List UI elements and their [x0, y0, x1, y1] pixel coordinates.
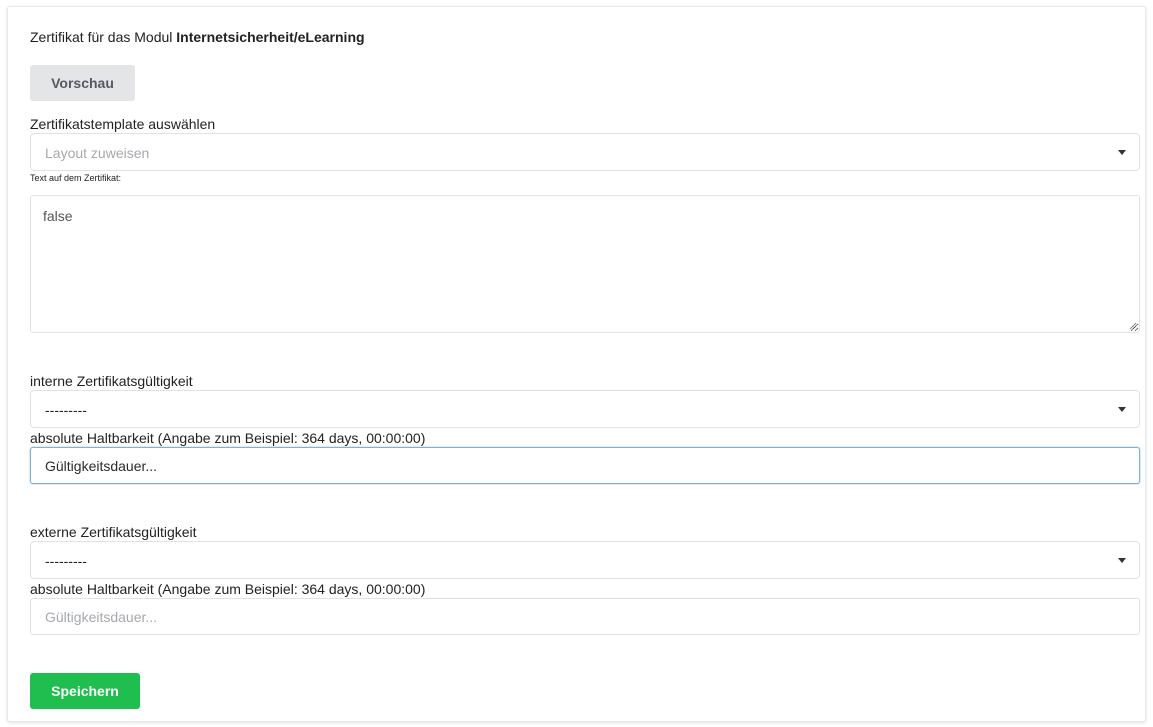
- resize-grip-icon[interactable]: [1129, 322, 1137, 330]
- certificate-text-label: Text auf dem Zertifikat:: [30, 173, 122, 183]
- module-name: Internetsicherheit/eLearning: [176, 29, 365, 45]
- template-select-placeholder: Layout zuweisen: [45, 145, 150, 161]
- page-title: Zertifikat für das Modul Internetsicherh…: [30, 29, 365, 45]
- caret-down-icon: [1118, 407, 1126, 412]
- external-validity-selected: ---------: [45, 553, 87, 569]
- internal-validity-label: interne Zertifikatsgültigkeit: [30, 373, 193, 389]
- external-validity-label: externe Zertifikatsgültigkeit: [30, 524, 197, 540]
- internal-duration-input[interactable]: [30, 447, 1140, 484]
- external-duration-input[interactable]: [30, 598, 1140, 635]
- external-validity-select[interactable]: ---------: [30, 541, 1140, 579]
- caret-down-icon: [1118, 150, 1126, 155]
- template-label: Zertifikatstemplate auswählen: [30, 116, 216, 132]
- save-button[interactable]: Speichern: [30, 673, 140, 709]
- caret-down-icon: [1118, 558, 1126, 563]
- certificate-form-card: Zertifikat für das Modul Internetsicherh…: [7, 6, 1146, 722]
- certificate-text-value: false: [43, 208, 73, 224]
- title-prefix: Zertifikat für das Modul: [30, 29, 173, 45]
- internal-validity-select[interactable]: ---------: [30, 390, 1140, 428]
- internal-duration-label: absolute Haltbarkeit (Angabe zum Beispie…: [30, 430, 426, 446]
- template-select[interactable]: Layout zuweisen: [30, 133, 1140, 171]
- internal-validity-selected: ---------: [45, 402, 87, 418]
- certificate-text-textarea[interactable]: false: [30, 195, 1140, 333]
- preview-button[interactable]: Vorschau: [30, 65, 135, 101]
- external-duration-label: absolute Haltbarkeit (Angabe zum Beispie…: [30, 581, 426, 597]
